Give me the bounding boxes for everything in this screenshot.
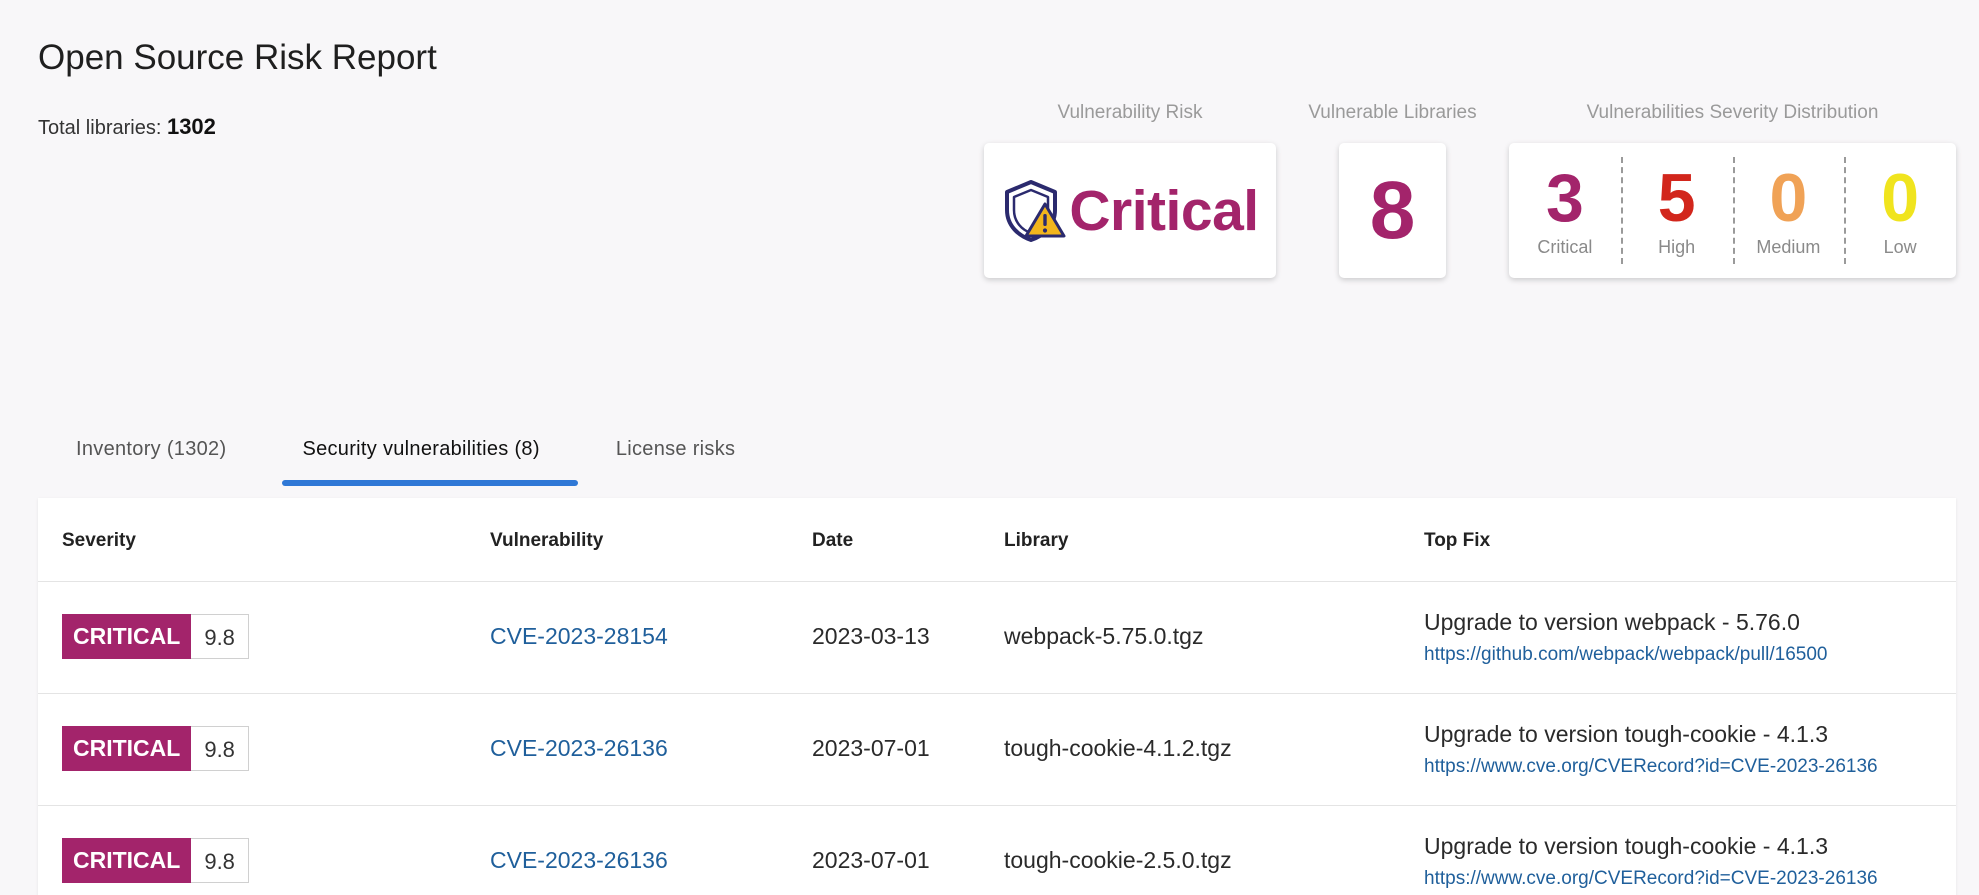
- severity-distribution-card: 3 Critical 5 High 0 Medium 0 Low: [1509, 143, 1956, 278]
- top-fix-link[interactable]: https://www.cve.org/CVERecord?id=CVE-202…: [1424, 868, 1878, 890]
- vulnerable-libraries-count: 8: [1369, 164, 1416, 256]
- top-fix-text: Upgrade to version tough-cookie - 4.1.3: [1424, 721, 1829, 747]
- table-row[interactable]: CRITICAL 9.8 CVE-2023-26136 2023-07-01 t…: [38, 694, 1956, 806]
- table-row[interactable]: CRITICAL 9.8 CVE-2023-28154 2023-03-13 w…: [38, 582, 1956, 694]
- library-name: tough-cookie-4.1.2.tgz: [1004, 735, 1232, 761]
- column-header-vulnerability[interactable]: Vulnerability: [490, 530, 603, 552]
- severity-distribution-label: Vulnerabilities Severity Distribution: [1586, 102, 1879, 123]
- severity-critical-count: 3: [1545, 160, 1584, 236]
- severity-medium-count: 0: [1769, 160, 1808, 236]
- severity-badge: CRITICAL 9.8: [62, 614, 249, 659]
- severity-score: 9.8: [191, 726, 249, 771]
- severity-label: CRITICAL: [62, 838, 192, 883]
- severity-medium: 0 Medium: [1732, 143, 1845, 278]
- shield-warning-icon: [1005, 179, 1066, 242]
- severity-critical-label: Critical: [1537, 237, 1593, 257]
- severity-label: CRITICAL: [62, 726, 192, 771]
- severity-medium-label: Medium: [1756, 237, 1821, 257]
- column-header-date[interactable]: Date: [812, 530, 853, 552]
- page-title: Open Source Risk Report: [38, 38, 437, 77]
- library-name: webpack-5.75.0.tgz: [1004, 623, 1204, 649]
- vulnerability-date: 2023-07-01: [812, 735, 930, 761]
- vulnerabilities-table: Severity Vulnerability Date Library Top …: [38, 498, 1956, 895]
- severity-high: 5 High: [1620, 143, 1733, 278]
- severity-low-label: Low: [1883, 237, 1917, 257]
- vulnerable-libraries-card: 8: [1339, 143, 1446, 278]
- vulnerability-risk-label: Vulnerability Risk: [1057, 102, 1203, 123]
- column-header-top-fix[interactable]: Top Fix: [1424, 530, 1490, 552]
- total-libraries-label: Total libraries:: [38, 117, 162, 139]
- top-fix-link[interactable]: https://github.com/webpack/webpack/pull/…: [1424, 644, 1827, 666]
- vulnerability-risk-card: Critical: [984, 143, 1276, 278]
- severity-high-label: High: [1658, 237, 1696, 257]
- top-fix-link[interactable]: https://www.cve.org/CVERecord?id=CVE-202…: [1424, 756, 1878, 778]
- severity-critical: 3 Critical: [1509, 143, 1621, 278]
- table-row[interactable]: CRITICAL 9.8 CVE-2023-26136 2023-07-01 t…: [38, 806, 1956, 895]
- severity-badge: CRITICAL 9.8: [62, 838, 249, 883]
- tab-inventory[interactable]: Inventory (1302): [38, 420, 264, 486]
- column-header-library[interactable]: Library: [1004, 530, 1068, 552]
- cve-link[interactable]: CVE-2023-28154: [490, 623, 668, 650]
- severity-badge: CRITICAL 9.8: [62, 726, 249, 771]
- vulnerability-risk-value: Critical: [1069, 178, 1259, 243]
- severity-low: 0 Low: [1844, 143, 1956, 278]
- vulnerability-date: 2023-07-01: [812, 847, 930, 873]
- vulnerable-libraries-label: Vulnerable Libraries: [1308, 102, 1477, 123]
- tab-security-vulnerabilities[interactable]: Security vulnerabilities (8): [264, 420, 579, 486]
- cve-link[interactable]: CVE-2023-26136: [490, 847, 668, 874]
- tab-license-risks[interactable]: License risks: [578, 420, 774, 486]
- total-libraries-value: 1302: [166, 114, 216, 139]
- top-fix-text: Upgrade to version tough-cookie - 4.1.3: [1424, 833, 1829, 859]
- report-tabs: Inventory (1302) Security vulnerabilitie…: [38, 420, 773, 486]
- severity-high-count: 5: [1657, 160, 1696, 236]
- total-libraries: Total libraries: 1302: [38, 114, 216, 140]
- severity-score: 9.8: [191, 838, 249, 883]
- cve-link[interactable]: CVE-2023-26136: [490, 735, 668, 762]
- severity-score: 9.8: [191, 614, 249, 659]
- table-header: Severity Vulnerability Date Library Top …: [38, 498, 1956, 582]
- severity-low-count: 0: [1881, 160, 1920, 236]
- severity-label: CRITICAL: [62, 614, 192, 659]
- library-name: tough-cookie-2.5.0.tgz: [1004, 847, 1232, 873]
- top-fix-text: Upgrade to version webpack - 5.76.0: [1424, 609, 1800, 635]
- vulnerability-date: 2023-03-13: [812, 623, 930, 649]
- column-header-severity[interactable]: Severity: [62, 530, 136, 552]
